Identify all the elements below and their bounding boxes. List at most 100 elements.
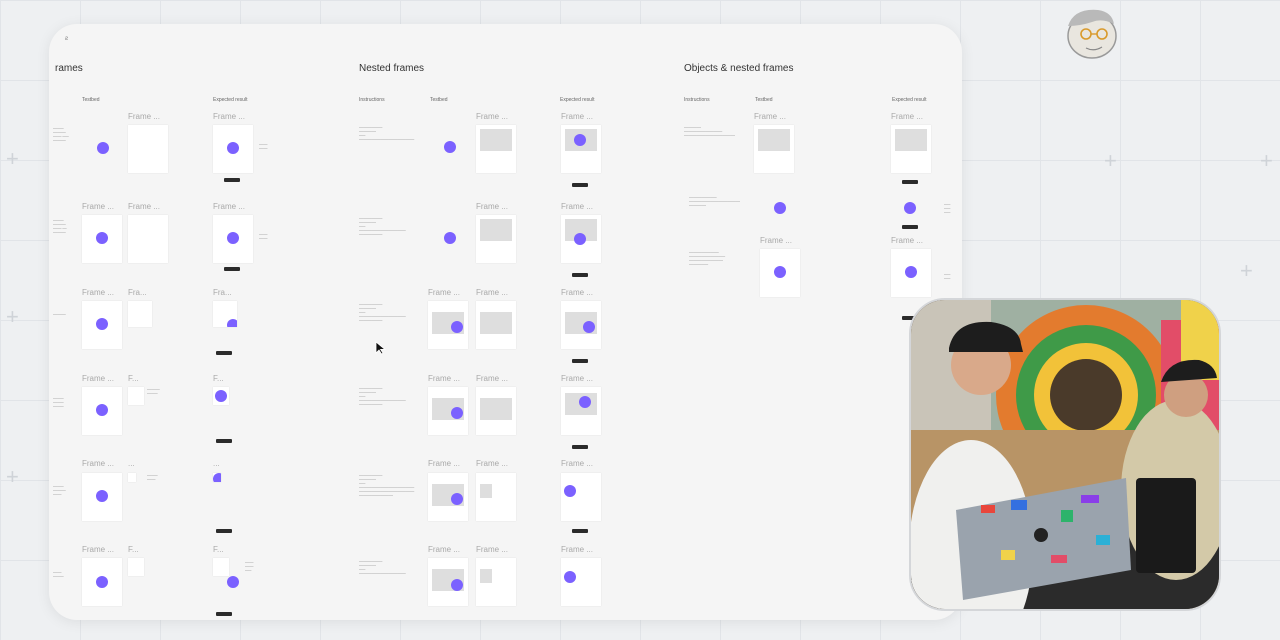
- status-badge: [224, 267, 240, 271]
- frame-label: Frame ...: [82, 202, 115, 211]
- status-badge: [216, 529, 232, 533]
- status-badge: [224, 178, 240, 182]
- test-ellipse[interactable]: [774, 202, 786, 214]
- grid-plus-mark: +: [6, 464, 19, 489]
- status-badge: [572, 445, 588, 449]
- expected-ellipse-clipped[interactable]: [213, 473, 221, 482]
- column-header-instructions: Instructions: [684, 97, 710, 103]
- frame-label: Frame ...: [82, 545, 115, 554]
- test-ellipse[interactable]: [451, 493, 463, 505]
- nested-frame[interactable]: [480, 129, 512, 151]
- section-title-frames: rames: [55, 63, 83, 74]
- frame-label: Frame ...: [891, 236, 924, 245]
- grid-plus-mark: +: [1260, 148, 1273, 173]
- section-title-nested-frames: Nested frames: [359, 63, 425, 74]
- frame-label: Frame ...: [561, 459, 594, 468]
- frame-label: Frame ...: [476, 459, 509, 468]
- expected-ellipse[interactable]: [574, 134, 586, 146]
- nested-frame[interactable]: [895, 129, 927, 151]
- test-ellipse[interactable]: [451, 407, 463, 419]
- expected-ellipse[interactable]: [564, 571, 576, 583]
- test-ellipse[interactable]: [96, 404, 108, 416]
- design-canvas[interactable]: ƨ rames Testbed Expected result Nested f…: [49, 24, 962, 620]
- frame-label: F...: [213, 545, 224, 554]
- frame-label: Frame ...: [428, 288, 461, 297]
- expected-ellipse[interactable]: [905, 266, 917, 278]
- column-header-testbed: Testbed: [430, 97, 448, 103]
- expected-ellipse[interactable]: [564, 485, 576, 497]
- nested-frame[interactable]: [480, 569, 492, 583]
- test-frame[interactable]: [128, 301, 152, 327]
- nested-frame[interactable]: [480, 398, 512, 420]
- nested-frame[interactable]: [758, 129, 790, 151]
- column-header-expected: Expected result: [560, 97, 595, 103]
- test-frame[interactable]: [128, 387, 144, 405]
- test-frame[interactable]: [128, 473, 136, 482]
- test-ellipse[interactable]: [444, 141, 456, 153]
- frame-label: Frame ...: [82, 459, 115, 468]
- expected-frame[interactable]: [213, 301, 237, 327]
- expected-ellipse[interactable]: [227, 232, 239, 244]
- expected-frame[interactable]: [213, 473, 221, 482]
- frame-label: Frame ...: [213, 202, 246, 211]
- expected-ellipse[interactable]: [579, 396, 591, 408]
- nested-frame[interactable]: [480, 312, 512, 334]
- expected-frame[interactable]: [213, 558, 229, 576]
- test-frame[interactable]: [128, 558, 144, 576]
- expected-ellipse[interactable]: [583, 321, 595, 333]
- test-frame[interactable]: [128, 215, 168, 263]
- test-ellipse[interactable]: [96, 232, 108, 244]
- column-header-expected: Expected result: [892, 97, 927, 103]
- grid-plus-mark: +: [6, 146, 19, 171]
- test-ellipse[interactable]: [444, 232, 456, 244]
- expected-frame[interactable]: [561, 473, 601, 521]
- frame-label: F...: [128, 545, 139, 554]
- frame-label: Frame ...: [428, 374, 461, 383]
- status-badge: [902, 225, 918, 229]
- instruction-text: ───── ────── ────: [53, 484, 66, 496]
- nested-frame[interactable]: [480, 219, 512, 241]
- frame-label: Frame ...: [561, 374, 594, 383]
- test-ellipse[interactable]: [96, 576, 108, 588]
- frame-label: Frame ...: [476, 288, 509, 297]
- instruction-text: ───── ───── ─────: [53, 396, 64, 408]
- test-frame[interactable]: [128, 125, 168, 173]
- status-badge: [902, 180, 918, 184]
- status-badge: [216, 439, 232, 443]
- status-badge: [572, 529, 588, 533]
- test-ellipse[interactable]: [451, 321, 463, 333]
- instruction-text: ──── ─────: [53, 570, 64, 578]
- note-text: ────── ─────: [147, 387, 160, 395]
- note-text: ──── ──── ───: [245, 560, 254, 572]
- frame-label: Frame ...: [891, 112, 924, 121]
- expected-ellipse[interactable]: [227, 576, 239, 588]
- webcam-overlay: [909, 298, 1221, 611]
- expected-ellipse-clipped[interactable]: [227, 319, 237, 327]
- test-ellipse[interactable]: [96, 490, 108, 502]
- frame-label: ...: [213, 459, 220, 468]
- nested-frame[interactable]: [480, 484, 492, 498]
- instruction-text: ───── ────── ──── ─── ──────: [53, 126, 69, 142]
- grid-plus-mark: +: [6, 304, 19, 329]
- frame-label: Frame ...: [561, 545, 594, 554]
- expected-ellipse[interactable]: [227, 142, 239, 154]
- column-header-expected: Expected result: [213, 97, 248, 103]
- frame-label: Frame ...: [128, 202, 161, 211]
- frame-label: F...: [213, 374, 224, 383]
- column-header-testbed: Testbed: [82, 97, 100, 103]
- instruction-text: ─────────── ──────── ─── ───────────────…: [359, 559, 406, 575]
- test-ellipse[interactable]: [97, 142, 109, 154]
- test-ellipse[interactable]: [96, 318, 108, 330]
- expected-ellipse[interactable]: [904, 202, 916, 214]
- frame-label: ...: [128, 459, 135, 468]
- frame-label: F...: [128, 374, 139, 383]
- corner-mark: ƨ: [65, 36, 68, 42]
- expected-ellipse[interactable]: [215, 390, 227, 402]
- test-ellipse[interactable]: [774, 266, 786, 278]
- frame-label: Frame ...: [476, 112, 509, 121]
- expected-ellipse[interactable]: [574, 233, 586, 245]
- test-ellipse[interactable]: [451, 579, 463, 591]
- webcam-video-feed: [911, 300, 1219, 609]
- avatar-sketch-icon: [1067, 9, 1117, 59]
- frame-label: Frame ...: [428, 459, 461, 468]
